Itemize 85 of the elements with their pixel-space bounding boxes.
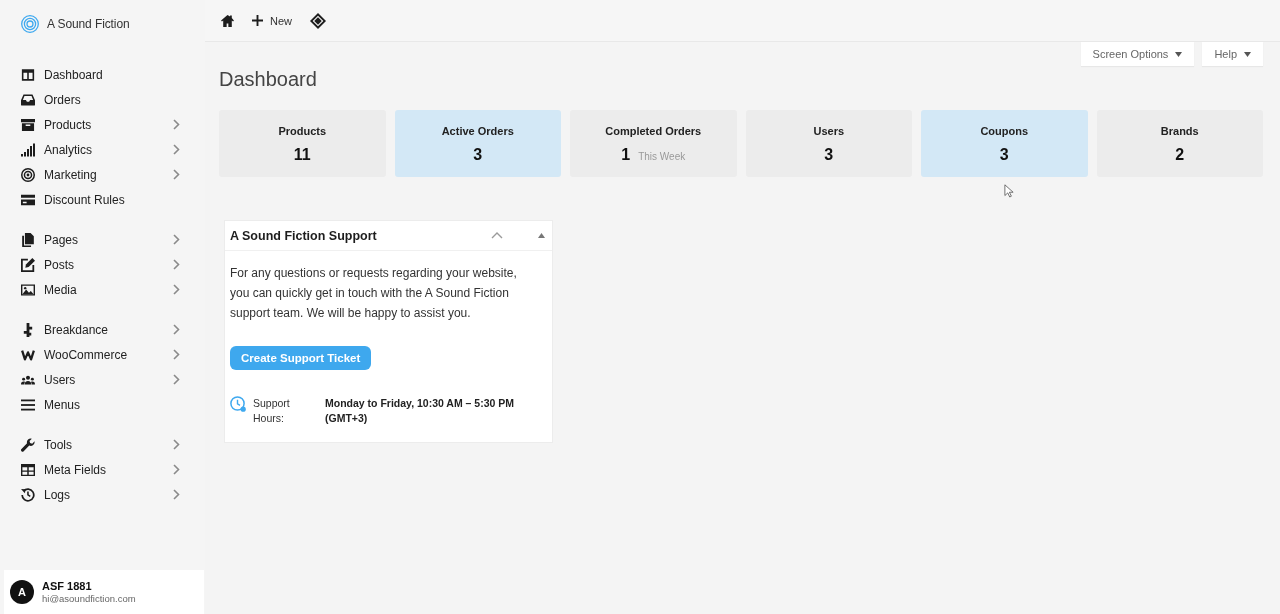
stat-label: Active Orders (441, 125, 514, 138)
hours-label: Support Hours: (253, 396, 291, 426)
stat-card[interactable]: Active Orders 3 (394, 110, 561, 177)
nav-item[interactable]: Orders (0, 87, 205, 112)
nav-item[interactable]: Tools (0, 432, 205, 457)
image-icon (21, 282, 35, 297)
w-logo-icon (21, 347, 35, 362)
stat-label: Coupons (980, 125, 1029, 138)
wrench-icon (21, 437, 35, 452)
chevron-right-icon (173, 324, 180, 335)
chevron-right-icon (173, 119, 180, 130)
nav-item[interactable]: Meta Fields (0, 457, 205, 482)
stat-card[interactable]: Brands 2 (1096, 110, 1263, 177)
widget-text: For any questions or requests regarding your website, you can quickly get in touch with the A Sound Fiction support team. We will be happy to assist you. (230, 265, 518, 322)
signal-bars-icon (21, 142, 35, 157)
new-button[interactable]: New (252, 14, 292, 27)
user-name: ASF 1881 (42, 580, 93, 592)
pencil-square-icon (21, 257, 35, 272)
stat-value: 2 (1175, 146, 1185, 164)
nav-item[interactable]: Discount Rules (0, 187, 205, 212)
user-card[interactable]: A ASF 1881 hi@asoundfiction.com (4, 570, 204, 614)
credit-card-icon (21, 192, 35, 207)
stat-value: 3 (999, 146, 1009, 164)
diamond-logo-icon[interactable] (310, 12, 326, 29)
chevron-right-icon (173, 234, 180, 245)
brand-name: A Sound Fiction (47, 17, 130, 31)
nav-item[interactable]: Menus (0, 392, 205, 417)
inbox-icon (21, 92, 35, 107)
stat-label: Products (278, 125, 327, 138)
stat-note: This Week (638, 151, 686, 162)
mouse-pointer-icon (1004, 184, 1014, 198)
table-icon (21, 462, 35, 477)
stat-value: 3 (824, 146, 834, 164)
target-icon (21, 167, 35, 182)
help-button[interactable]: Help (1202, 42, 1263, 66)
chevron-up-icon[interactable] (491, 232, 503, 239)
nav-item[interactable]: WooCommerce (0, 342, 205, 367)
nav-item[interactable]: Marketing (0, 162, 205, 187)
nav-item[interactable]: Dashboard (0, 62, 205, 87)
nav-item[interactable]: Media (0, 277, 205, 302)
menu-icon (21, 397, 35, 412)
caret-down-icon (1175, 51, 1183, 57)
widget-title: A Sound Fiction Support (230, 228, 378, 243)
home-icon[interactable] (221, 14, 234, 27)
clock-icon (230, 396, 246, 412)
columns-icon (21, 67, 35, 82)
nav-item[interactable]: Pages (0, 227, 205, 252)
stat-card[interactable]: Products 11 (219, 110, 386, 177)
documents-icon (21, 232, 35, 247)
archive-box-icon (21, 117, 35, 132)
nav-item[interactable]: Analytics (0, 137, 205, 162)
stat-value: 3 (473, 146, 483, 164)
chevron-right-icon (173, 349, 180, 360)
chevron-right-icon (173, 489, 180, 500)
stat-value: 1 (621, 146, 631, 164)
nav-item[interactable]: Logs (0, 482, 205, 507)
page-title: Dashboard (219, 67, 317, 92)
chevron-right-icon (173, 259, 180, 270)
chevron-right-icon (173, 464, 180, 475)
ring-logo-icon (21, 15, 39, 33)
chevron-right-icon (173, 169, 180, 180)
caret-up-icon[interactable] (538, 233, 545, 238)
nav-item[interactable]: Posts (0, 252, 205, 277)
plus-icon (252, 15, 263, 26)
history-icon (21, 487, 35, 502)
stat-label: Users (813, 125, 845, 138)
screen-options-button[interactable]: Screen Options (1080, 42, 1195, 66)
chevron-right-icon (173, 374, 180, 385)
chevron-right-icon (173, 439, 180, 450)
stat-label: Completed Orders (605, 125, 702, 138)
stat-card[interactable]: Users 3 (745, 110, 912, 177)
stat-card[interactable]: Completed Orders 1 This Week (570, 110, 737, 177)
stat-label: Brands (1160, 125, 1199, 138)
caret-down-icon (1244, 51, 1251, 57)
stat-card[interactable]: Coupons 3 (921, 110, 1088, 177)
nav-item[interactable]: Breakdance (0, 317, 205, 342)
glyph-logo-icon (21, 322, 35, 337)
nav-item[interactable]: Users (0, 367, 205, 392)
avatar: A (10, 580, 34, 604)
user-email: hi@asoundfiction.com (42, 593, 136, 604)
hours-value: Monday to Friday, 10:30 AM – 5:30 PM (GMT+3) (325, 396, 516, 426)
nav-item[interactable]: Products (0, 112, 205, 137)
chevron-right-icon (173, 284, 180, 295)
chevron-right-icon (173, 144, 180, 155)
stat-value: 11 (293, 146, 311, 164)
